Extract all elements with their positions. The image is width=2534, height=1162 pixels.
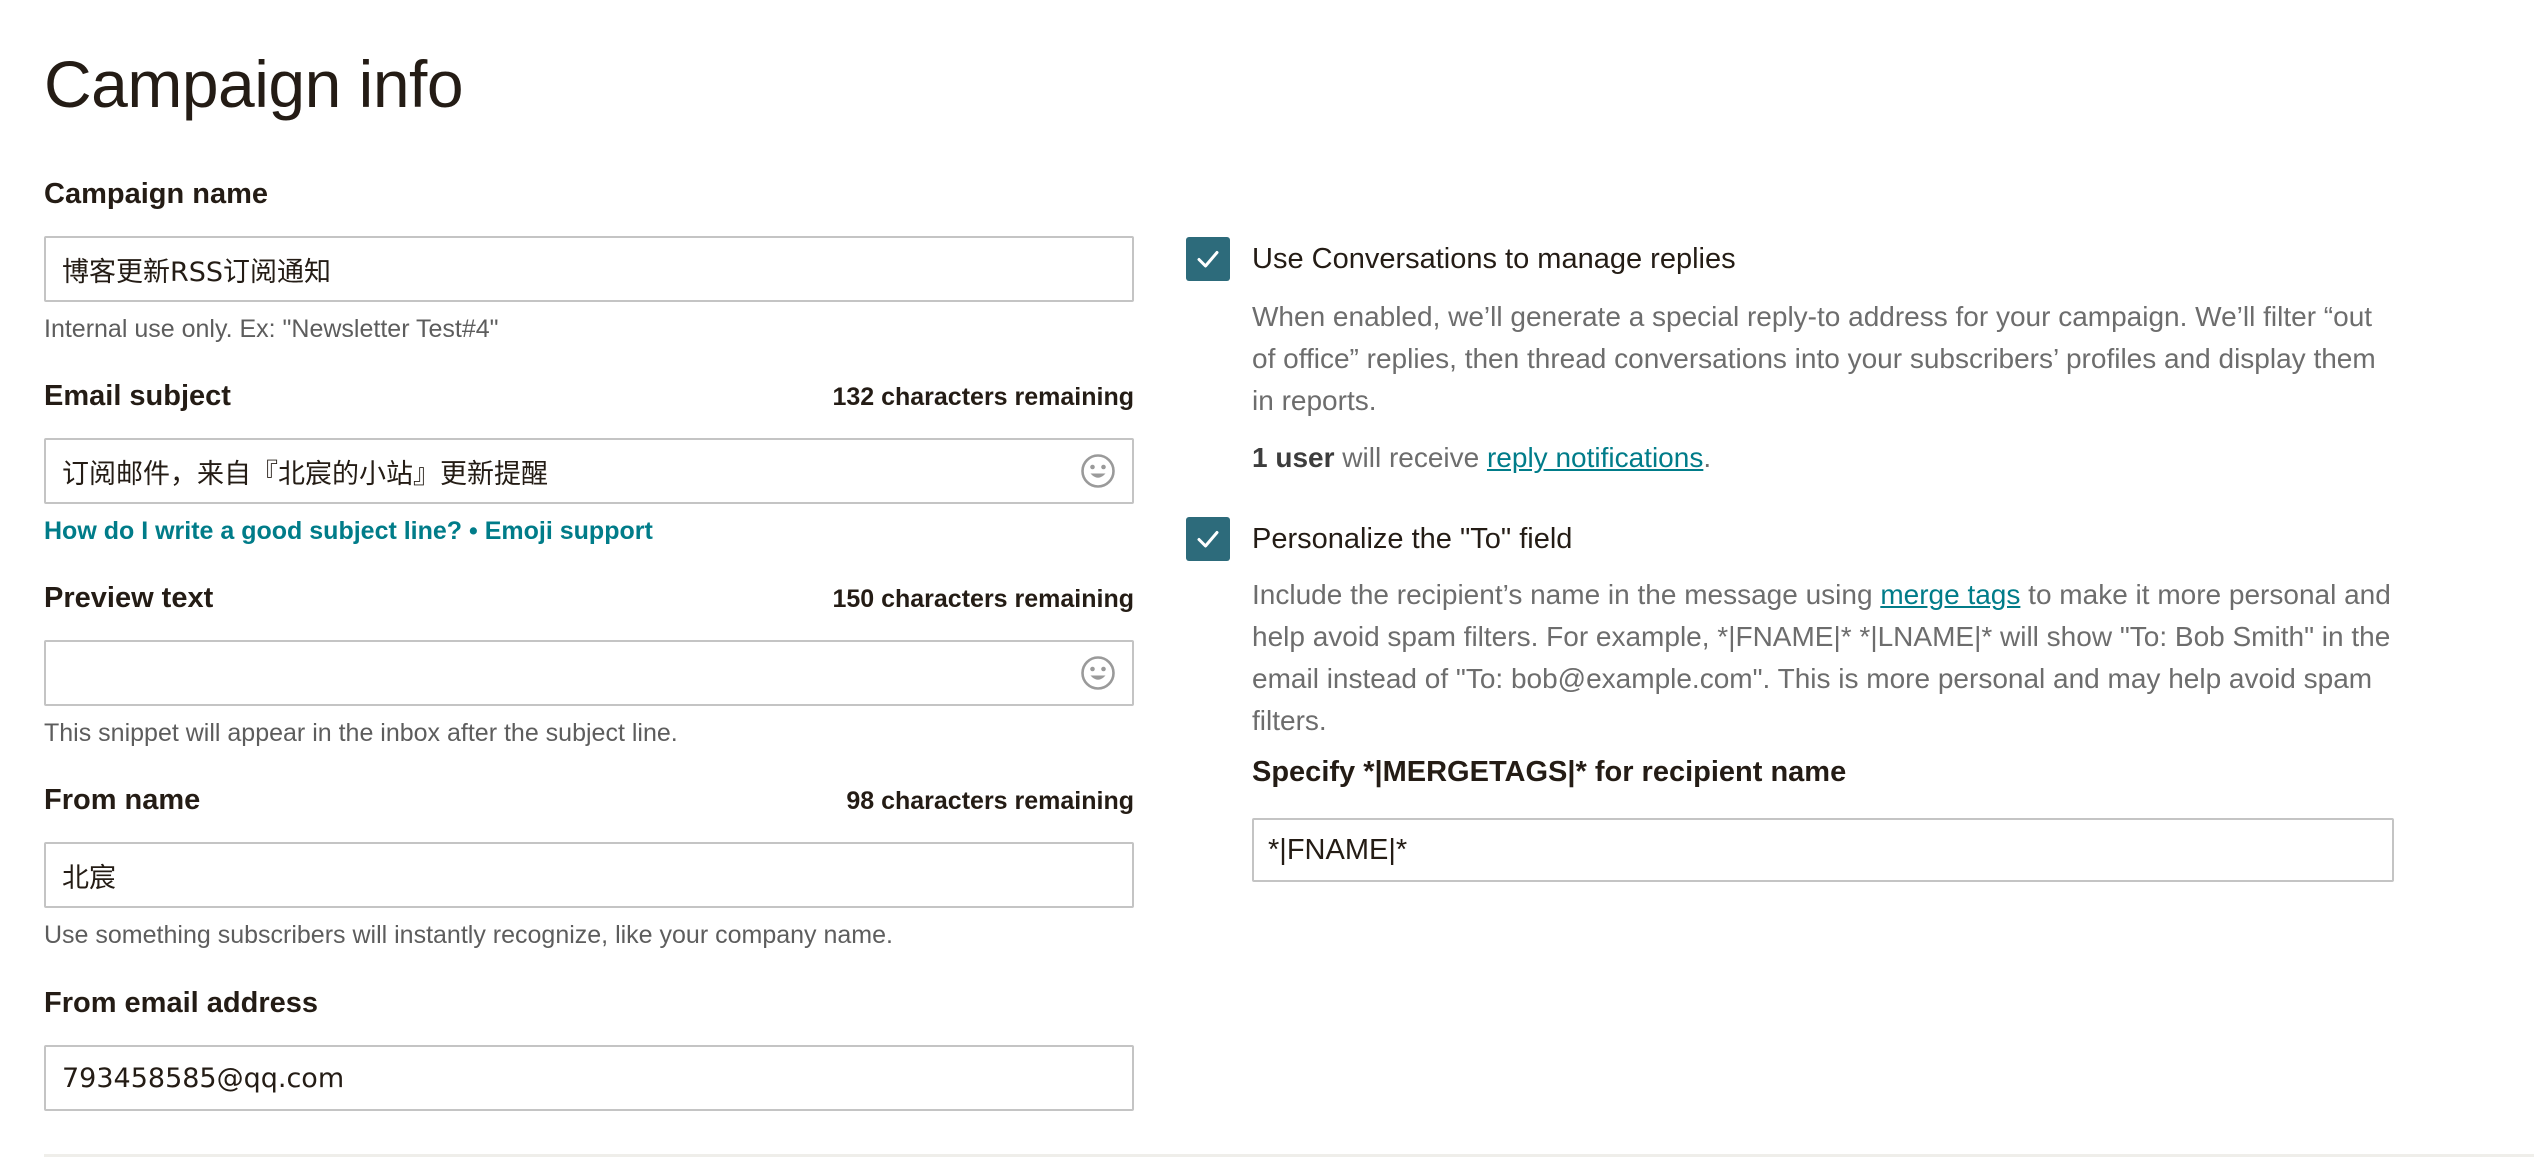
user-count: 1 user xyxy=(1252,442,1335,473)
campaign-name-header: Campaign name xyxy=(44,178,1134,224)
from-email-value: 793458585@qq.com xyxy=(62,1062,345,1094)
preview-text-help: This snippet will appear in the inbox af… xyxy=(44,719,678,747)
checkmark-icon xyxy=(1197,251,1219,268)
reply-notifications-link[interactable]: reply notifications xyxy=(1487,442,1703,473)
smiley-icon[interactable] xyxy=(1080,655,1116,691)
subject-help-links: How do I write a good subject line? • Em… xyxy=(44,514,1134,548)
smiley-icon[interactable] xyxy=(1080,453,1116,489)
campaign-name-label: Campaign name xyxy=(44,178,268,210)
conversations-label: Use Conversations to manage replies xyxy=(1252,242,1736,275)
personalize-desc-before: Include the recipient’s name in the mess… xyxy=(1252,579,1881,610)
from-name-input[interactable]: 北宸 xyxy=(44,842,1134,908)
email-subject-counter: 132 characters remaining xyxy=(832,383,1134,411)
campaign-name-field: Campaign name 博客更新RSS订阅通知 Internal use o… xyxy=(44,178,1134,346)
conversations-description: When enabled, we’ll generate a special r… xyxy=(1252,301,2376,416)
mergetags-value: *|FNAME|* xyxy=(1268,833,1408,866)
preview-text-input[interactable] xyxy=(44,640,1134,706)
mergetags-input[interactable]: *|FNAME|* xyxy=(1252,818,2394,882)
mergetags-label: Specify *|MERGETAGS|* for recipient name xyxy=(1252,756,1847,788)
from-name-value: 北宸 xyxy=(62,862,116,894)
personalize-option: Personalize the "To" field xyxy=(1186,516,1572,562)
help-separator: • xyxy=(462,517,485,545)
page-title: Campaign info xyxy=(44,47,464,121)
personalize-checkbox[interactable] xyxy=(1186,517,1230,561)
from-name-label: From name xyxy=(44,784,201,816)
personalize-description: Include the recipient’s name in the mess… xyxy=(1252,574,2392,742)
email-subject-value: 订阅邮件，来自『北宸的小站』更新提醒 xyxy=(62,458,548,490)
email-subject-field: Email subject 132 characters remaining 订… xyxy=(44,380,1134,548)
email-subject-header: Email subject 132 characters remaining xyxy=(44,380,1134,426)
user-receive-text: will receive xyxy=(1334,442,1487,473)
preview-text-label: Preview text xyxy=(44,582,214,614)
conversations-checkbox[interactable] xyxy=(1186,237,1230,281)
from-email-input[interactable]: 793458585@qq.com xyxy=(44,1045,1134,1111)
preview-text-header: Preview text 150 characters remaining xyxy=(44,582,1134,628)
from-name-header: From name 98 characters remaining xyxy=(44,784,1134,830)
conversations-option: Use Conversations to manage replies xyxy=(1186,236,1736,282)
section-divider xyxy=(44,1154,2534,1157)
preview-text-field: Preview text 150 characters remaining Th… xyxy=(44,582,1134,750)
campaign-name-value: 博客更新RSS订阅通知 xyxy=(62,256,332,288)
from-email-header: From email address xyxy=(44,987,1134,1033)
merge-tags-link[interactable]: merge tags xyxy=(1880,579,2020,610)
emoji-support-link[interactable]: Emoji support xyxy=(485,517,653,545)
period: . xyxy=(1703,442,1712,473)
checkmark-icon xyxy=(1197,531,1219,548)
email-subject-label: Email subject xyxy=(44,380,231,412)
preview-text-counter: 150 characters remaining xyxy=(832,585,1134,613)
from-name-help: Use something subscribers will instantly… xyxy=(44,921,893,949)
email-subject-input[interactable]: 订阅邮件，来自『北宸的小站』更新提醒 xyxy=(44,438,1134,504)
from-name-counter: 98 characters remaining xyxy=(846,787,1134,815)
campaign-name-help: Internal use only. Ex: "Newsletter Test#… xyxy=(44,315,499,343)
from-email-label: From email address xyxy=(44,987,318,1019)
campaign-name-input[interactable]: 博客更新RSS订阅通知 xyxy=(44,236,1134,302)
from-email-field: From email address 793458585@qq.com xyxy=(44,987,1134,1111)
subject-line-help-link[interactable]: How do I write a good subject line? xyxy=(44,517,462,545)
from-name-field: From name 98 characters remaining 北宸 Use… xyxy=(44,784,1134,952)
personalize-label: Personalize the "To" field xyxy=(1252,522,1573,555)
reply-notifications-line: 1 user will receive reply notifications. xyxy=(1252,442,1711,474)
